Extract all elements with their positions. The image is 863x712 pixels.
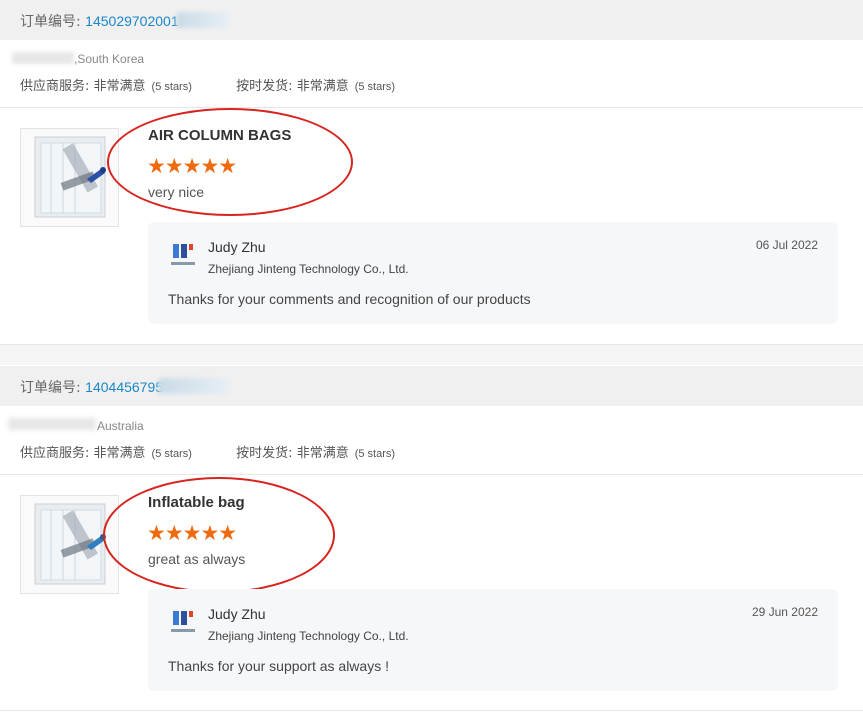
- shipping-stars-text: (5 stars): [354, 448, 396, 460]
- shipping-value: 非常满意: [296, 446, 349, 461]
- order-number-link[interactable]: 1404456795: [85, 379, 163, 395]
- reply-company-name: Zhejiang Jinteng Technology Co., Ltd.: [208, 629, 409, 643]
- order-header: 订单编号: 145029702001: [0, 0, 863, 40]
- redacted-order-suffix: [176, 12, 228, 28]
- order-number-label: 订单编号: 1404456795: [20, 379, 164, 396]
- redacted-order-suffix: [158, 378, 228, 394]
- ratings-row: 供应商服务: 非常满意 (5 stars) 按时发货: 非常满意 (5 stars): [20, 442, 395, 461]
- air-column-bag-image: [34, 136, 106, 218]
- reply-company-name: Zhejiang Jinteng Technology Co., Ltd.: [208, 262, 409, 276]
- reply-date: 29 Jun 2022: [751, 605, 818, 619]
- buyer-country: Australia: [97, 419, 144, 433]
- shipping-label: 按时发货:: [236, 446, 293, 461]
- reply-text: Thanks for your comments and recognition…: [168, 291, 531, 307]
- buyer-country: ,South Korea: [74, 52, 145, 66]
- order-number-label: 订单编号: 145029702001: [20, 13, 179, 30]
- company-logo-icon: [171, 611, 195, 632]
- supplier-service-label: 供应商服务:: [20, 446, 90, 461]
- reply-author-name: Judy Zhu: [208, 239, 266, 255]
- supplier-reply: Judy Zhu Zhejiang Jinteng Technology Co.…: [148, 222, 838, 324]
- redacted-buyer-name: [12, 52, 74, 64]
- divider: [0, 474, 863, 475]
- section-separator: [0, 344, 863, 365]
- order-header: 订单编号: 1404456795: [0, 366, 863, 406]
- reply-text: Thanks for your support as always !: [168, 658, 389, 674]
- annotation-circle: [107, 108, 353, 216]
- order-number-link[interactable]: 145029702001: [85, 13, 178, 29]
- supplier-stars-text: (5 stars): [151, 448, 192, 460]
- supplier-service-value: 非常满意: [93, 446, 146, 461]
- redacted-buyer-name: [8, 418, 96, 430]
- supplier-service-value: 非常满意: [93, 79, 146, 94]
- company-logo-icon: [171, 244, 195, 265]
- product-image[interactable]: [20, 128, 119, 227]
- divider: [0, 710, 863, 711]
- shipping-label: 按时发货:: [236, 79, 293, 94]
- divider: [0, 107, 863, 108]
- reply-date: 06 Jul 2022: [755, 238, 818, 252]
- supplier-service-label: 供应商服务:: [20, 79, 90, 94]
- supplier-reply: Judy Zhu Zhejiang Jinteng Technology Co.…: [148, 589, 838, 691]
- reply-author-name: Judy Zhu: [208, 606, 266, 622]
- annotation-circle: [103, 477, 335, 593]
- supplier-stars-text: (5 stars): [151, 81, 192, 93]
- ratings-row: 供应商服务: 非常满意 (5 stars) 按时发货: 非常满意 (5 stars): [20, 75, 395, 94]
- shipping-stars-text: (5 stars): [354, 81, 396, 93]
- shipping-value: 非常满意: [296, 79, 349, 94]
- inflatable-bag-image: [34, 503, 106, 585]
